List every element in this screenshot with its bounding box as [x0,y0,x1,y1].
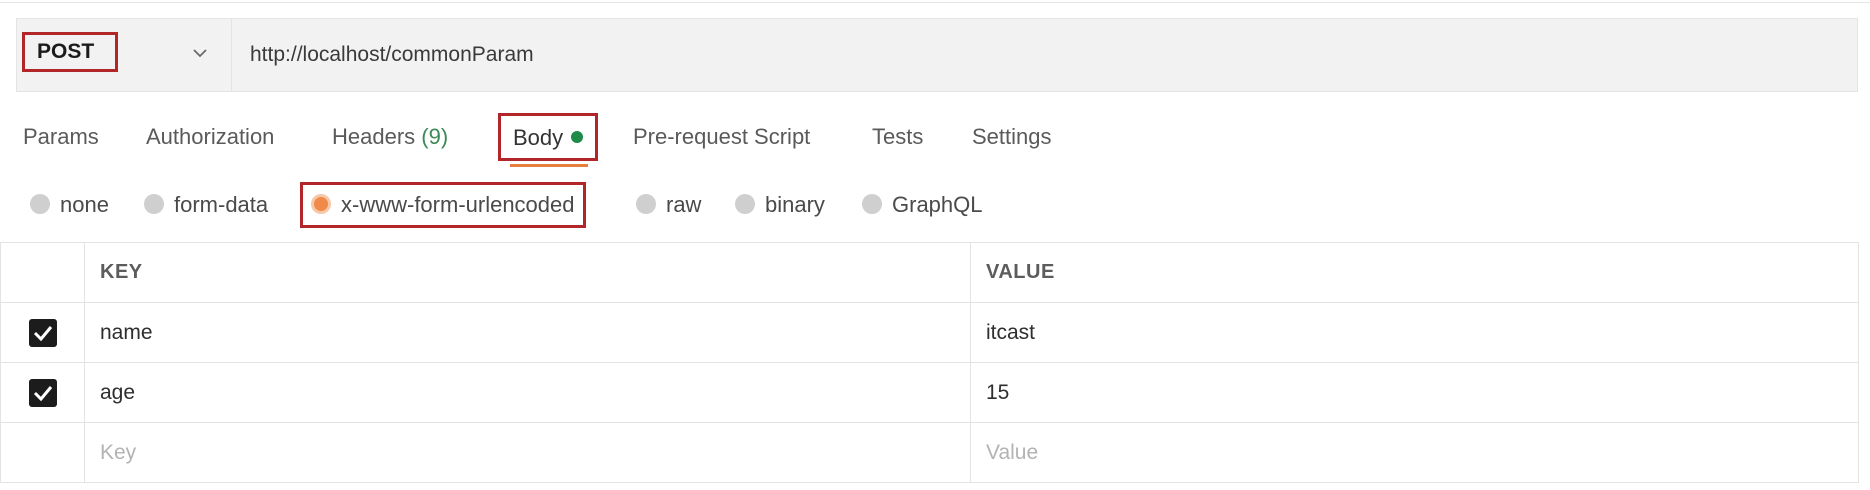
status-dot-icon [571,131,584,144]
radio-circle-icon [636,194,656,215]
tab-body[interactable]: Body [498,113,599,161]
table-row: name itcast [0,302,1859,363]
radio-raw[interactable]: raw [636,180,701,230]
new-key-input[interactable]: Key [84,422,971,483]
method-label: POST [22,32,118,72]
table-header-row: KEY VALUE [0,242,1859,303]
params-table: KEY VALUE name itcast age 15 Key Value [0,242,1859,483]
radio-circle-icon [862,194,882,215]
request-url-bar: POST [16,18,1858,92]
key-column-header: KEY [84,242,971,303]
row-value-cell[interactable]: itcast [970,302,1859,363]
checkmark-icon [33,385,52,401]
radio-selected-icon [311,194,331,215]
active-tab-underline [510,164,588,167]
row-key-cell[interactable]: name [84,302,971,363]
tab-label: Tests [872,124,924,149]
tab-headers[interactable]: Headers (9) [332,112,448,162]
radio-label: raw [666,192,702,217]
radio-label: none [60,192,109,217]
checkmark-icon [33,325,52,341]
chevron-down-icon [193,49,207,58]
body-type-radio-group: none form-data x-www-form-urlencoded raw… [0,180,1100,230]
tab-authorization[interactable]: Authorization [146,112,274,162]
radio-label: x-www-form-urlencoded [341,192,575,217]
value-column-header: VALUE [970,242,1859,303]
tab-label: Headers [332,124,416,149]
row-checkbox-cell [0,302,85,363]
tab-label: Pre-request Script [633,124,811,149]
row-checkbox[interactable] [28,318,57,347]
tab-params[interactable]: Params [23,112,99,162]
radio-form-data[interactable]: form-data [144,180,268,230]
radio-circle-icon [735,194,755,215]
row-key-cell[interactable]: age [84,362,971,423]
top-divider [0,2,1870,3]
radio-binary[interactable]: binary [735,180,825,230]
url-input[interactable] [250,19,1810,91]
radio-label: GraphQL [892,192,983,217]
tab-label: Params [23,124,99,149]
tab-settings[interactable]: Settings [972,112,1052,162]
tab-tests[interactable]: Tests [872,112,923,162]
row-checkbox-cell [0,422,85,483]
row-value-cell[interactable]: 15 [970,362,1859,423]
radio-label: form-data [174,192,269,217]
tab-pre-request-script[interactable]: Pre-request Script [633,112,810,162]
radio-x-www-form-urlencoded[interactable]: x-www-form-urlencoded [300,182,586,228]
tab-label: Body [513,125,564,150]
radio-circle-icon [144,194,164,215]
request-tabs: Params Authorization Headers (9) Body Pr… [0,112,1100,162]
row-checkbox-cell [0,362,85,423]
checkbox-column-header [0,242,85,303]
radio-circle-icon [30,194,50,215]
new-value-input[interactable]: Value [970,422,1859,483]
table-row: age 15 [0,362,1859,423]
tab-label: Authorization [146,124,275,149]
tab-label: Settings [972,124,1052,149]
headers-count-badge: (9) [421,124,449,149]
table-row-new: Key Value [0,422,1859,483]
radio-label: binary [765,192,825,217]
radio-graphql[interactable]: GraphQL [862,180,983,230]
radio-none[interactable]: none [30,180,109,230]
row-checkbox[interactable] [28,378,57,407]
method-select[interactable]: POST [17,19,232,91]
